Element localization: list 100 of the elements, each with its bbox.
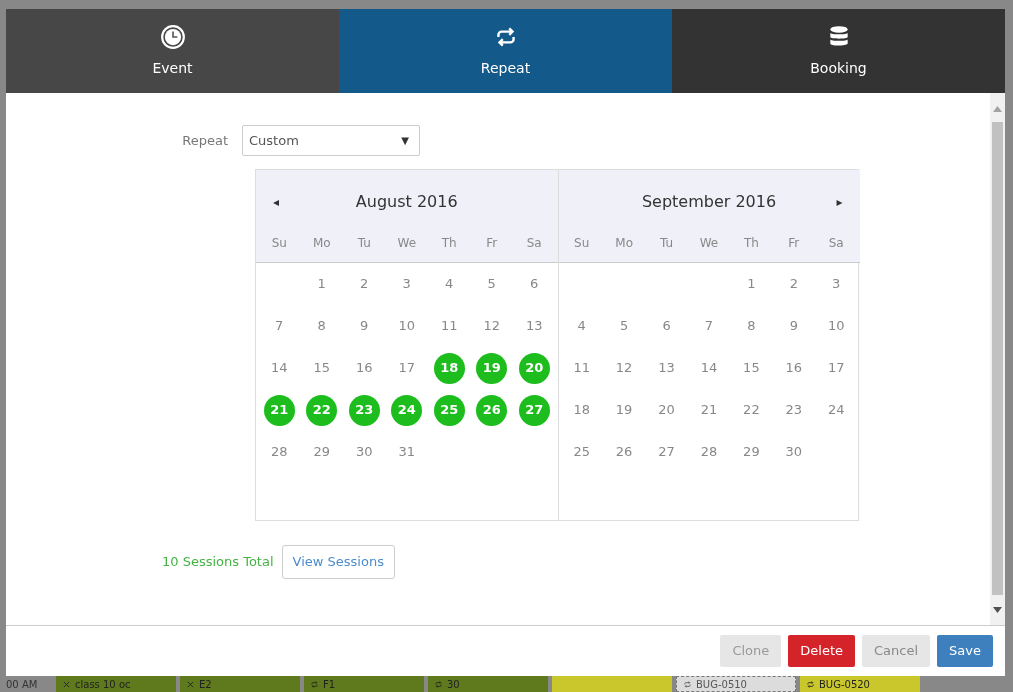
selected-day[interactable]: 22: [306, 394, 338, 426]
day[interactable]: 14: [693, 352, 725, 384]
day[interactable]: 31: [391, 436, 423, 468]
day[interactable]: 27: [651, 436, 683, 468]
day[interactable]: 1: [306, 268, 338, 300]
weekday-label: Mo: [614, 235, 634, 252]
day[interactable]: 9: [778, 310, 810, 342]
weekday-label: Su: [270, 235, 288, 252]
weekday-label: We: [698, 235, 720, 252]
weekday-label: Tu: [659, 235, 675, 252]
day[interactable]: 10: [391, 310, 423, 342]
day[interactable]: 29: [735, 436, 767, 468]
previous-month-button[interactable]: ◂: [270, 193, 282, 211]
calendar-event: class 10 oc: [56, 676, 176, 692]
day[interactable]: 10: [820, 310, 852, 342]
weekday-label: We: [396, 235, 417, 252]
day[interactable]: 3: [820, 268, 852, 300]
day[interactable]: 16: [348, 352, 380, 384]
day[interactable]: 8: [306, 310, 338, 342]
repeat-dropdown[interactable]: Custom ▼: [242, 125, 420, 156]
scroll-up-icon[interactable]: [993, 105, 1002, 112]
cancel-button[interactable]: Cancel: [862, 635, 931, 667]
day[interactable]: 13: [518, 310, 550, 342]
time-label: 00 AM: [6, 677, 39, 692]
day[interactable]: 17: [391, 352, 423, 384]
day[interactable]: 2: [778, 268, 810, 300]
selected-day[interactable]: 18: [433, 352, 465, 384]
day[interactable]: 3: [391, 268, 423, 300]
day[interactable]: 12: [608, 352, 640, 384]
day[interactable]: 17: [820, 352, 852, 384]
calendar-event: 30: [428, 676, 548, 692]
day[interactable]: 28: [693, 436, 725, 468]
delete-button[interactable]: Delete: [788, 635, 856, 667]
day[interactable]: 4: [566, 310, 598, 342]
field-label: Repeat: [181, 131, 229, 150]
scrollbar[interactable]: [990, 93, 1005, 625]
day[interactable]: 11: [566, 352, 598, 384]
day[interactable]: 6: [651, 310, 683, 342]
day[interactable]: 30: [778, 436, 810, 468]
day[interactable]: 13: [651, 352, 683, 384]
day[interactable]: 14: [263, 352, 295, 384]
day[interactable]: 19: [608, 394, 640, 426]
month-title: September 2016: [641, 191, 777, 213]
calendar-event: BUG-0520: [800, 676, 920, 692]
weekday-label: Mo: [311, 235, 332, 252]
weekday-label: Th: [742, 235, 760, 252]
weekday-label: Tu: [356, 235, 372, 252]
day[interactable]: 26: [608, 436, 640, 468]
weekday-label: Sa: [525, 235, 543, 252]
weekday-label: Su: [573, 235, 591, 252]
day[interactable]: 9: [348, 310, 380, 342]
day[interactable]: 20: [651, 394, 683, 426]
calendar-event: BUG-0510: [676, 676, 796, 692]
day[interactable]: 7: [263, 310, 295, 342]
save-button[interactable]: Save: [937, 635, 993, 667]
weekday-label: Th: [440, 235, 458, 252]
month-title: August 2016: [355, 191, 458, 213]
day[interactable]: 24: [820, 394, 852, 426]
day[interactable]: 4: [433, 268, 465, 300]
day[interactable]: 1: [735, 268, 767, 300]
day[interactable]: 5: [476, 268, 508, 300]
cross-icon: [186, 679, 195, 689]
day[interactable]: 6: [518, 268, 550, 300]
weekday-label: Sa: [827, 235, 845, 252]
day[interactable]: 29: [306, 436, 338, 468]
day[interactable]: 12: [476, 310, 508, 342]
selected-day[interactable]: 27: [518, 394, 550, 426]
day[interactable]: 11: [433, 310, 465, 342]
day[interactable]: 21: [693, 394, 725, 426]
day[interactable]: 16: [778, 352, 810, 384]
day[interactable]: 25: [566, 436, 598, 468]
repeat-icon: [310, 679, 319, 689]
day[interactable]: 2: [348, 268, 380, 300]
tab[interactable]: Booking: [672, 9, 1005, 93]
clock-icon: [159, 23, 186, 50]
selected-day[interactable]: 24: [391, 394, 423, 426]
sessions-total: 10 Sessions Total: [162, 553, 274, 571]
tab[interactable]: Event: [6, 9, 339, 93]
day[interactable]: 5: [608, 310, 640, 342]
day[interactable]: 15: [306, 352, 338, 384]
selected-day[interactable]: 26: [476, 394, 508, 426]
selected-day[interactable]: 21: [263, 394, 295, 426]
selected-day[interactable]: 19: [476, 352, 508, 384]
repeat-icon: [683, 679, 692, 689]
day[interactable]: 28: [263, 436, 295, 468]
day[interactable]: 30: [348, 436, 380, 468]
scroll-down-icon[interactable]: [993, 606, 1002, 613]
day[interactable]: 7: [693, 310, 725, 342]
day[interactable]: 23: [778, 394, 810, 426]
selected-day[interactable]: 25: [433, 394, 465, 426]
day[interactable]: 15: [735, 352, 767, 384]
selected-day[interactable]: 23: [348, 394, 380, 426]
tab[interactable]: Repeat: [339, 9, 672, 93]
next-month-button[interactable]: ▸: [833, 193, 846, 211]
repeat-icon: [806, 679, 815, 689]
day[interactable]: 8: [735, 310, 767, 342]
view-sessions-button[interactable]: View Sessions: [281, 545, 395, 579]
selected-day[interactable]: 20: [518, 352, 550, 384]
day[interactable]: 22: [735, 394, 767, 426]
day[interactable]: 18: [566, 394, 598, 426]
